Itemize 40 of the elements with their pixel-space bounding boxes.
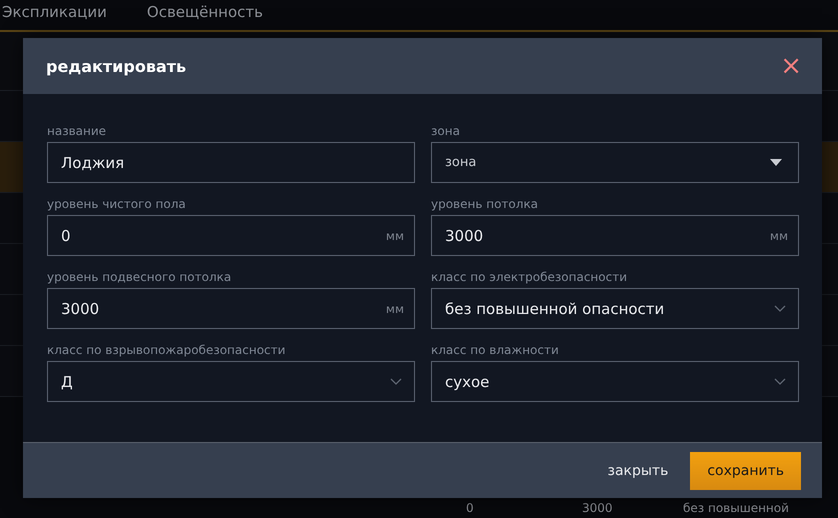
chevron-down-icon: [774, 305, 786, 312]
unit-label: мм: [770, 228, 788, 242]
tab[interactable]: Экспликации: [2, 3, 107, 27]
field-label: уровень подвесного потолка: [47, 270, 232, 284]
dialog-title: редактировать: [46, 56, 186, 76]
save-button[interactable]: сохранить: [690, 452, 801, 490]
select-value: Д: [61, 372, 74, 390]
placeholder-text: зона: [445, 155, 478, 170]
table-cell: 3000: [582, 501, 613, 515]
tab[interactable]: Освещённость: [146, 3, 263, 27]
field-value: Лоджия: [61, 154, 126, 172]
field-label: уровень чистого пола: [47, 197, 187, 211]
select-field[interactable]: без повышенной опасности: [431, 288, 799, 329]
number-field[interactable]: 0 мм: [47, 215, 415, 256]
unit-label: мм: [386, 302, 404, 316]
field-label: название: [47, 124, 108, 138]
select-value: сухое: [445, 372, 490, 390]
chevron-down-icon: [774, 378, 786, 385]
zone-dropdown[interactable]: зона: [431, 142, 799, 183]
select-field[interactable]: Д: [47, 361, 415, 402]
close-button[interactable]: ×: [780, 53, 802, 79]
table-cell: без повышенной: [683, 501, 789, 515]
close-text-button[interactable]: закрыть: [608, 462, 668, 478]
select-field[interactable]: сухое: [431, 361, 799, 402]
table-cell: 0: [466, 501, 474, 515]
field-label: уровень потолка: [431, 197, 540, 211]
field-value: 0: [61, 226, 72, 244]
field-label: класс по влажности: [431, 343, 560, 357]
unit-label: мм: [386, 228, 404, 242]
number-field[interactable]: 3000 мм: [47, 288, 415, 329]
field-label: класс по взрывопожаробезопасности: [47, 343, 286, 357]
field-value: 3000: [61, 300, 100, 318]
field-label: класс по электробезопасности: [431, 270, 628, 284]
field-value: 3000: [445, 226, 484, 244]
field-label: зона: [431, 124, 461, 138]
select-value: без повышенной опасности: [445, 300, 666, 318]
number-field[interactable]: 3000 мм: [431, 215, 799, 256]
dropdown-triangle-icon: [770, 159, 782, 166]
text-field[interactable]: Лоджия: [47, 142, 415, 183]
chevron-down-icon: [390, 378, 402, 385]
